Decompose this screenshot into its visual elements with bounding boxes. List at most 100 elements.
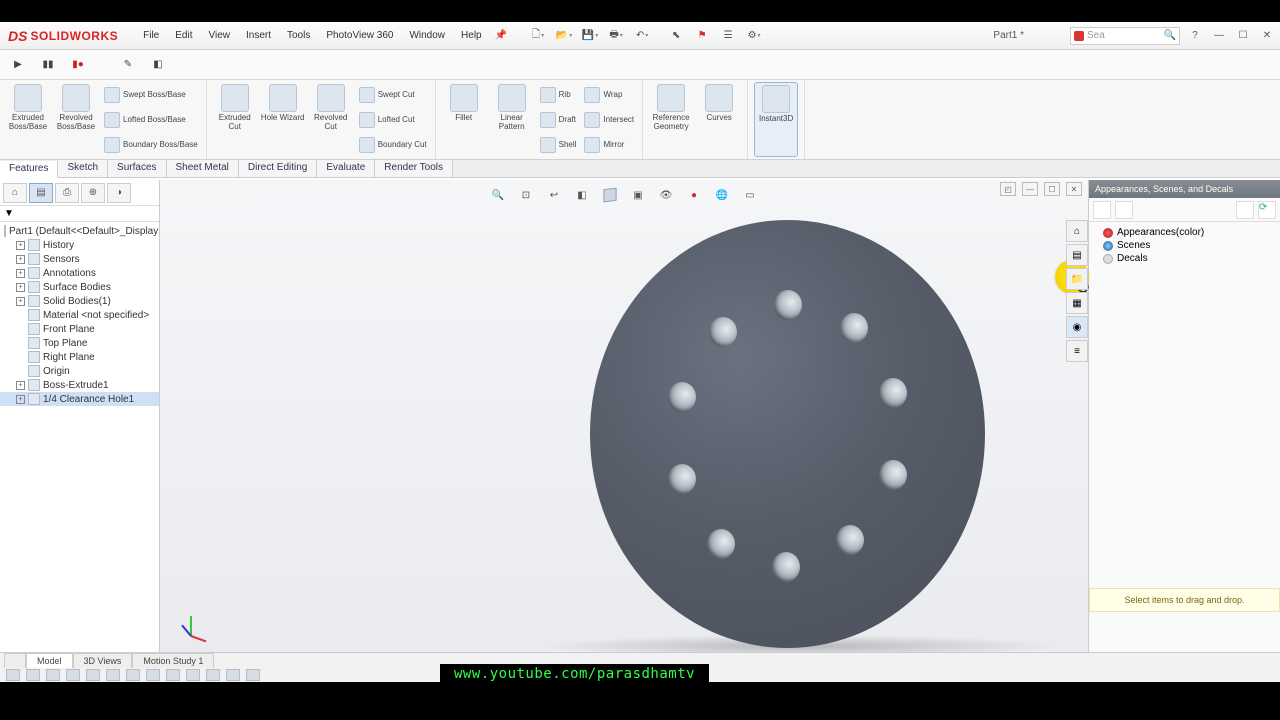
hole-icon[interactable]	[879, 378, 907, 408]
vp-maximize-button[interactable]: ☐	[1044, 182, 1060, 196]
maximize-button[interactable]: ☐	[1234, 28, 1252, 44]
menu-help[interactable]: Help	[454, 27, 489, 44]
options-button[interactable]: ⚙	[743, 25, 765, 47]
bottom-tab-blank[interactable]	[4, 653, 26, 668]
status-icon[interactable]	[46, 669, 60, 681]
tab-sketch[interactable]: Sketch	[58, 160, 108, 177]
model-disc[interactable]	[590, 220, 985, 648]
filter-bar[interactable]: ▼	[0, 206, 159, 222]
lofted-cut-button[interactable]: Lofted Cut	[357, 108, 429, 132]
hole-wizard-button[interactable]: Hole Wizard	[261, 82, 305, 157]
status-icon[interactable]	[206, 669, 220, 681]
reference-geometry-button[interactable]: Reference Geometry	[649, 82, 693, 157]
print-button[interactable]: 🖶	[605, 25, 627, 47]
tree-right-plane[interactable]: Right Plane	[0, 350, 159, 364]
minimize-button[interactable]: ―	[1210, 28, 1228, 44]
display-style-button[interactable]: ▣	[627, 184, 649, 206]
tab-evaluate[interactable]: Evaluate	[317, 160, 375, 177]
view-settings-button[interactable]: ▭	[739, 184, 761, 206]
undo-button[interactable]: ↶	[631, 25, 653, 47]
instant3d-button[interactable]: Instant3D	[754, 82, 798, 157]
select-button[interactable]: ⬉	[665, 25, 687, 47]
boundary-cut-button[interactable]: Boundary Cut	[357, 133, 429, 157]
taskpane-view-palette-tab[interactable]: ▦	[1066, 292, 1088, 314]
rib-button[interactable]: Rib	[538, 83, 579, 107]
rp-node-scenes[interactable]: Scenes	[1093, 239, 1276, 252]
hole-icon[interactable]	[774, 290, 802, 320]
search-input[interactable]: Sea 🔍	[1070, 27, 1180, 45]
swept-cut-button[interactable]: Swept Cut	[357, 83, 429, 107]
macro-edit-button[interactable]: ✎	[118, 55, 138, 75]
dimxpert-manager-tab[interactable]: ⊕	[81, 183, 105, 203]
rp-back-button[interactable]	[1093, 201, 1111, 219]
status-icon[interactable]	[246, 669, 260, 681]
taskpane-appearances-tab[interactable]: ◉	[1066, 316, 1088, 338]
tree-top-plane[interactable]: Top Plane	[0, 336, 159, 350]
hole-icon[interactable]	[707, 529, 735, 559]
rp-node-decals[interactable]: Decals	[1093, 252, 1276, 265]
status-icon[interactable]	[26, 669, 40, 681]
help-button[interactable]: ?	[1186, 28, 1204, 44]
section-view-button[interactable]: ◧	[571, 184, 593, 206]
bottom-tab-model[interactable]: Model	[26, 653, 73, 668]
menu-insert[interactable]: Insert	[239, 27, 278, 44]
hole-icon[interactable]	[668, 382, 696, 412]
shell-button[interactable]: Shell	[538, 133, 579, 157]
status-icon[interactable]	[166, 669, 180, 681]
taskpane-library-tab[interactable]: ▤	[1066, 244, 1088, 266]
intersect-button[interactable]: Intersect	[582, 108, 636, 132]
property-manager-tab[interactable]: ▤	[29, 183, 53, 203]
hole-icon[interactable]	[879, 460, 907, 490]
status-icon[interactable]	[146, 669, 160, 681]
taskpane-custom-tab[interactable]: ≡	[1066, 340, 1088, 362]
hole-icon[interactable]	[668, 464, 696, 494]
lofted-boss-button[interactable]: Lofted Boss/Base	[102, 108, 200, 132]
bottom-tab-3dviews[interactable]: 3D Views	[73, 653, 133, 668]
tree-clearance-hole[interactable]: +1/4 Clearance Hole1	[0, 392, 159, 406]
feature-manager-tab[interactable]: ⌂	[3, 183, 27, 203]
menu-view[interactable]: View	[201, 27, 237, 44]
taskpane-resources-tab[interactable]: ⌂	[1066, 220, 1088, 242]
draft-button[interactable]: Draft	[538, 108, 579, 132]
status-icon[interactable]	[66, 669, 80, 681]
hole-icon[interactable]	[840, 313, 868, 343]
rp-sphere-button[interactable]	[1236, 201, 1254, 219]
tree-history[interactable]: +History	[0, 238, 159, 252]
status-icon[interactable]	[186, 669, 200, 681]
tab-sheet-metal[interactable]: Sheet Metal	[167, 160, 239, 177]
options-list-button[interactable]: ☰	[717, 25, 739, 47]
graphics-viewport[interactable]: 🔍 ⊡ ↩ ◧ ▣ 👁 ● 🌐 ▭ ◰ ― ☐ ✕	[160, 180, 1088, 652]
orientation-triad[interactable]	[178, 608, 208, 638]
status-icon[interactable]	[6, 669, 20, 681]
zoom-area-button[interactable]: ⊡	[515, 184, 537, 206]
vp-close-button[interactable]: ✕	[1066, 182, 1082, 196]
tree-material[interactable]: Material <not specified>	[0, 308, 159, 322]
new-button[interactable]: 🗋	[527, 25, 549, 47]
macro-new-button[interactable]: ◧	[148, 55, 168, 75]
macro-record-button[interactable]: ▮●	[68, 55, 88, 75]
macro-play-button[interactable]: ▶	[8, 55, 28, 75]
zoom-fit-button[interactable]: 🔍	[487, 184, 509, 206]
status-icon[interactable]	[226, 669, 240, 681]
hide-show-button[interactable]: 👁	[655, 184, 677, 206]
menu-file[interactable]: File	[136, 27, 166, 44]
revolved-boss-button[interactable]: Revolved Boss/Base	[54, 82, 98, 157]
macro-pause-button[interactable]: ▮▮	[38, 55, 58, 75]
tree-surface-bodies[interactable]: +Surface Bodies	[0, 280, 159, 294]
hole-icon[interactable]	[709, 317, 737, 347]
edit-appearance-button[interactable]: ●	[683, 184, 705, 206]
open-button[interactable]: 📂	[553, 25, 575, 47]
swept-boss-button[interactable]: Swept Boss/Base	[102, 83, 200, 107]
taskpane-explorer-tab[interactable]: 📁	[1066, 268, 1088, 290]
linear-pattern-button[interactable]: Linear Pattern	[490, 82, 534, 157]
bottom-tab-motion[interactable]: Motion Study 1	[132, 653, 214, 668]
tab-direct-editing[interactable]: Direct Editing	[239, 160, 317, 177]
search-icon[interactable]: 🔍	[1164, 30, 1176, 41]
revolved-cut-button[interactable]: Revolved Cut	[309, 82, 353, 157]
status-icon[interactable]	[106, 669, 120, 681]
curves-button[interactable]: Curves	[697, 82, 741, 157]
menu-tools[interactable]: Tools	[280, 27, 317, 44]
apply-scene-button[interactable]: 🌐	[711, 184, 733, 206]
vp-restore-button[interactable]: ◰	[1000, 182, 1016, 196]
status-icon[interactable]	[126, 669, 140, 681]
